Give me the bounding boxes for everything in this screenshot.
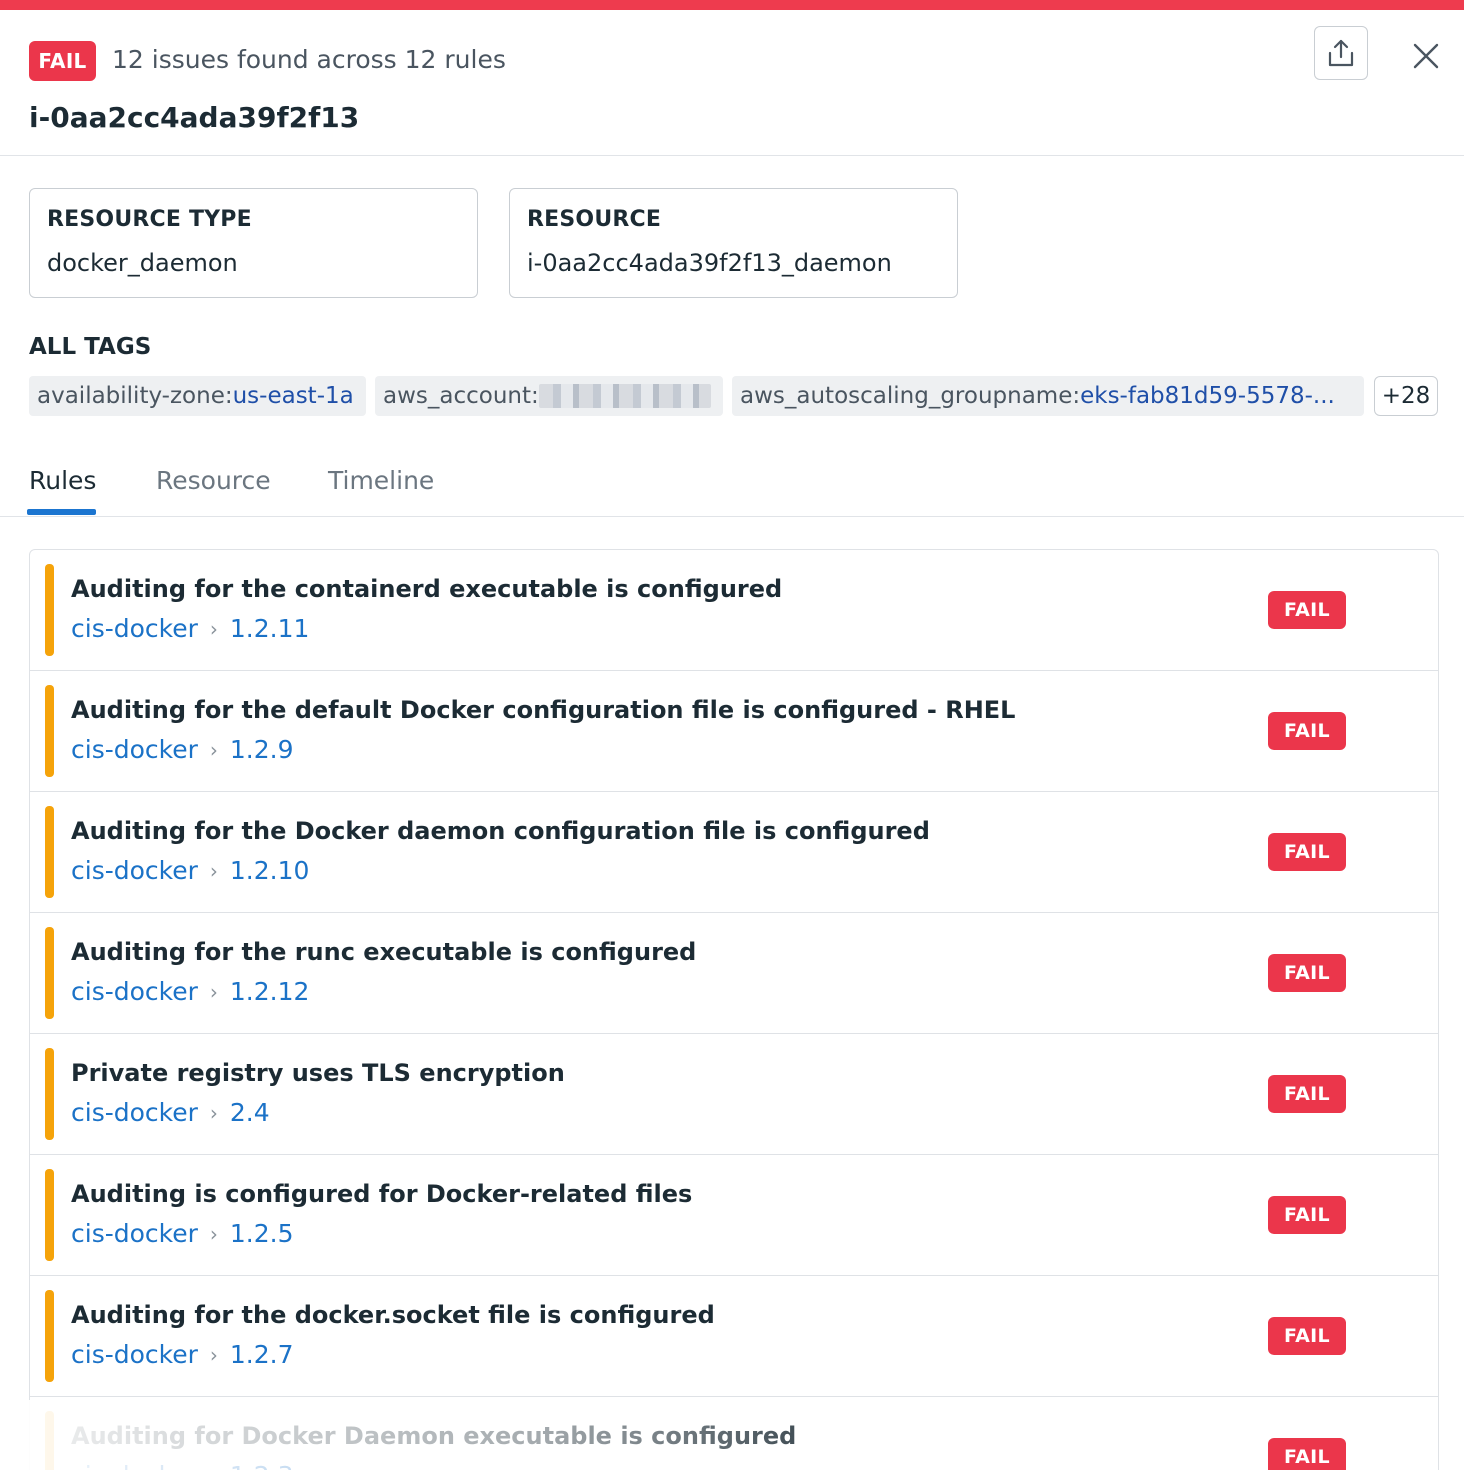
severity-indicator (45, 1169, 54, 1261)
tag-key: aws_account: (383, 383, 539, 409)
rule-title[interactable]: Auditing for the docker.socket file is c… (71, 1301, 715, 1329)
tag-key: aws_autoscaling_groupname: (740, 383, 1081, 409)
rule-control-link[interactable]: 1.2.3 (230, 1461, 294, 1470)
rule-breadcrumb: cis-docker › 1.2.5 (71, 1219, 294, 1248)
tab-bar: Rules Resource Timeline (0, 456, 1464, 517)
rule-framework-link[interactable]: cis-docker (71, 1219, 198, 1248)
rule-control-link[interactable]: 1.2.12 (230, 977, 310, 1006)
rule-row[interactable]: Auditing for the default Docker configur… (30, 671, 1438, 792)
active-tab-indicator (27, 509, 96, 515)
rule-row[interactable]: Auditing for the docker.socket file is c… (30, 1276, 1438, 1397)
rule-title[interactable]: Auditing is configured for Docker-relate… (71, 1180, 692, 1208)
tag-aws-account[interactable]: aws_account: (375, 376, 723, 416)
rule-control-link[interactable]: 1.2.5 (230, 1219, 294, 1248)
tag-value: eks-fab81d59-5578-... (1080, 383, 1335, 409)
rule-row[interactable]: Auditing for the runc executable is conf… (30, 913, 1438, 1034)
rules-list: Auditing for the containerd executable i… (29, 549, 1439, 1470)
rule-status-badge: FAIL (1268, 1317, 1346, 1355)
all-tags-title: ALL TAGS (29, 334, 152, 360)
rule-control-link[interactable]: 1.2.7 (230, 1340, 294, 1369)
tag-key: availability-zone: (37, 383, 233, 409)
overall-status-badge: FAIL (29, 41, 96, 81)
issues-summary: 12 issues found across 12 rules (112, 45, 506, 74)
rule-control-link[interactable]: 2.4 (230, 1098, 270, 1127)
tab-rules[interactable]: Rules (29, 466, 96, 495)
rule-row[interactable]: Auditing is configured for Docker-relate… (30, 1155, 1438, 1276)
rule-row[interactable]: Auditing for the containerd executable i… (30, 550, 1438, 671)
resource-card: RESOURCE i-0aa2cc4ada39f2f13_daemon (509, 188, 958, 298)
redacted-value (538, 384, 711, 408)
more-tags-button[interactable]: +28 (1374, 376, 1438, 416)
rule-status-badge: FAIL (1268, 833, 1346, 871)
rule-status-badge: FAIL (1268, 954, 1346, 992)
tags-list: availability-zone: us-east-1a aws_account… (29, 376, 1364, 416)
severity-indicator (45, 1048, 54, 1140)
share-button[interactable] (1314, 26, 1368, 80)
rule-framework-link[interactable]: cis-docker (71, 614, 198, 643)
resource-type-label: RESOURCE TYPE (47, 207, 252, 232)
severity-indicator (45, 1290, 54, 1382)
resource-type-card: RESOURCE TYPE docker_daemon (29, 188, 478, 298)
chevron-right-icon: › (209, 1100, 218, 1125)
rule-breadcrumb: cis-docker › 1.2.11 (71, 614, 309, 643)
chevron-right-icon: › (209, 1342, 218, 1367)
rule-control-link[interactable]: 1.2.9 (230, 735, 294, 764)
rule-title[interactable]: Auditing for the containerd executable i… (71, 575, 782, 603)
rule-title[interactable]: Auditing for the runc executable is conf… (71, 938, 696, 966)
chevron-right-icon: › (209, 858, 218, 883)
severity-indicator (45, 806, 54, 898)
top-status-bar (0, 0, 1464, 10)
severity-indicator (45, 685, 54, 777)
resource-id-title: i-0aa2cc4ada39f2f13 (29, 101, 360, 134)
rule-row[interactable]: Auditing for Docker Daemon executable is… (30, 1397, 1438, 1470)
tag-value: us-east-1a (232, 383, 354, 409)
rule-framework-link[interactable]: cis-docker (71, 735, 198, 764)
rule-framework-link[interactable]: cis-docker (71, 1461, 198, 1470)
rule-framework-link[interactable]: cis-docker (71, 1098, 198, 1127)
rule-breadcrumb: cis-docker › 1.2.9 (71, 735, 294, 764)
rule-status-badge: FAIL (1268, 1196, 1346, 1234)
rule-control-link[interactable]: 1.2.11 (230, 614, 310, 643)
severity-indicator (45, 927, 54, 1019)
chevron-right-icon: › (209, 737, 218, 762)
rule-row[interactable]: Auditing for the Docker daemon configura… (30, 792, 1438, 913)
severity-indicator (45, 1411, 54, 1470)
rule-framework-link[interactable]: cis-docker (71, 1340, 198, 1369)
resource-type-value: docker_daemon (47, 249, 238, 277)
rule-framework-link[interactable]: cis-docker (71, 856, 198, 885)
panel-header: FAIL 12 issues found across 12 rules i-0… (0, 10, 1464, 156)
chevron-right-icon: › (209, 616, 218, 641)
severity-indicator (45, 564, 54, 656)
rule-title[interactable]: Auditing for the Docker daemon configura… (71, 817, 930, 845)
rule-title[interactable]: Private registry uses TLS encryption (71, 1059, 565, 1087)
close-icon (1413, 43, 1439, 69)
rule-title[interactable]: Auditing for Docker Daemon executable is… (71, 1422, 796, 1450)
rule-breadcrumb: cis-docker › 1.2.7 (71, 1340, 294, 1369)
rule-breadcrumb: cis-docker › 1.2.10 (71, 856, 309, 885)
rule-breadcrumb: cis-docker › 1.2.3 (71, 1461, 294, 1470)
tab-resource[interactable]: Resource (156, 466, 271, 495)
rule-status-badge: FAIL (1268, 1075, 1346, 1113)
resource-label: RESOURCE (527, 207, 662, 232)
chevron-right-icon: › (209, 979, 218, 1004)
rule-breadcrumb: cis-docker › 1.2.12 (71, 977, 309, 1006)
tab-timeline[interactable]: Timeline (328, 466, 434, 495)
rule-row[interactable]: Private registry uses TLS encryption cis… (30, 1034, 1438, 1155)
rule-title[interactable]: Auditing for the default Docker configur… (71, 696, 1015, 724)
chevron-right-icon: › (209, 1221, 218, 1246)
rule-framework-link[interactable]: cis-docker (71, 977, 198, 1006)
rule-status-badge: FAIL (1268, 1438, 1346, 1470)
rule-control-link[interactable]: 1.2.10 (230, 856, 310, 885)
rule-status-badge: FAIL (1268, 591, 1346, 629)
close-button[interactable] (1403, 33, 1449, 79)
resource-value: i-0aa2cc4ada39f2f13_daemon (527, 249, 892, 277)
tag-availability-zone[interactable]: availability-zone: us-east-1a (29, 376, 366, 416)
share-icon (1328, 39, 1354, 67)
tag-aws-autoscaling-groupname[interactable]: aws_autoscaling_groupname: eks-fab81d59-5… (732, 376, 1364, 416)
rule-breadcrumb: cis-docker › 2.4 (71, 1098, 270, 1127)
rule-status-badge: FAIL (1268, 712, 1346, 750)
chevron-right-icon: › (210, 1464, 218, 1470)
